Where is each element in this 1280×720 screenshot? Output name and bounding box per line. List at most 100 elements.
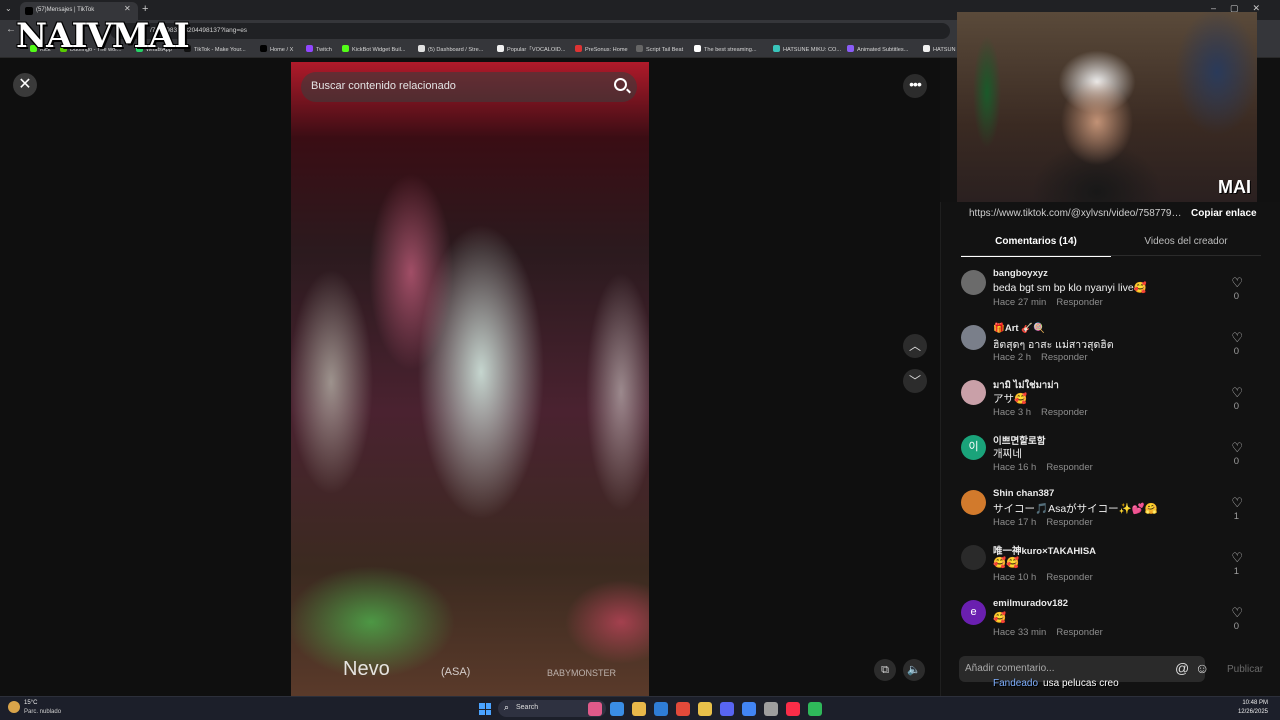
weather-icon[interactable] [8,701,20,713]
comment-username[interactable]: Shin chan387 [993,488,1054,499]
tab-list-icon[interactable]: ⌄ [5,4,12,13]
taskbar-app-icon[interactable] [786,702,800,716]
search-icon[interactable] [614,78,627,91]
comment-username[interactable]: 이쁘면할로함 [993,433,1045,447]
like-heart-icon[interactable]: ♡ [1231,550,1243,566]
avatar[interactable] [961,325,986,350]
bookmark-item[interactable]: Twitch [306,45,332,53]
like-count: 0 [1233,291,1239,302]
like-heart-icon[interactable]: ♡ [1231,385,1243,401]
comment-meta: Hace 17 h Responder [993,517,1093,528]
reply-button[interactable]: Responder [1041,407,1087,418]
bookmark-item[interactable]: HATSUNE MIKU: CO... [773,45,841,53]
comment-text: 개찌네 [993,448,1022,460]
like-heart-icon[interactable]: ♡ [1231,330,1243,346]
bookmark-favicon-icon [575,45,582,52]
comment-username[interactable]: bangboyxyz [993,268,1048,279]
publish-button[interactable]: Publicar [1227,664,1263,675]
bookmark-label: Script Tail Beat [646,47,684,53]
reply-button[interactable]: Responder [1056,297,1102,308]
comment-time: Hace 16 h [993,462,1037,473]
emoji-icon[interactable]: ☺ [1195,660,1209,676]
tab-comments[interactable]: Comentarios (14) [961,236,1111,257]
back-arrow-icon[interactable]: ← [6,24,16,35]
video-player[interactable]: Buscar contenido relacionado Nevo (ASA) … [291,62,649,696]
avatar[interactable] [961,380,986,405]
like-heart-icon[interactable]: ♡ [1231,275,1243,291]
taskbar-app-icon[interactable] [742,702,756,716]
mention-icon[interactable]: @ [1175,660,1189,676]
like-count: 0 [1233,401,1239,412]
like-heart-icon[interactable]: ♡ [1231,605,1243,621]
like-count: 1 [1233,566,1239,577]
reply-button[interactable]: Responder [1056,627,1102,638]
like-heart-icon[interactable]: ♡ [1231,440,1243,456]
bookmark-item[interactable]: KickBot Widget Buil... [342,45,405,53]
volume-button[interactable]: 🔈 [903,659,925,681]
bookmark-label: TikTok - Make Your... [194,47,246,53]
related-search-input[interactable]: Buscar contenido relacionado [301,72,637,102]
avatar[interactable] [961,270,986,295]
taskbar-app-icon[interactable] [654,702,668,716]
bookmark-item[interactable]: TikTok - Make Your... [184,45,246,53]
bookmark-item[interactable]: (5) Dashboard / Stre... [418,45,483,53]
avatar[interactable] [961,490,986,515]
close-viewer-button[interactable]: ✕ [13,73,37,97]
bookmark-item[interactable]: The best streaming... [694,45,757,53]
taskbar-app-icon[interactable] [588,702,602,716]
bookmark-item[interactable]: Script Tail Beat [636,45,683,53]
tab-close-icon[interactable]: ✕ [124,4,131,13]
comment-text: ฮิตสุดๆ อาสะ แม่สาวสุดฮิต [993,339,1114,351]
taskbar-app-icon[interactable] [764,702,778,716]
bookmark-label: PreSonus: Home [585,47,628,53]
previous-video-button[interactable]: ︿ [903,334,927,358]
bookmark-favicon-icon [694,45,701,52]
browser-tab-title: (57)Mensajes | TikTok [36,7,95,13]
next-video-button[interactable]: ﹀ [903,369,927,393]
taskbar-app-icon[interactable] [676,702,690,716]
reply-button[interactable]: Responder [1041,352,1087,363]
reply-button[interactable]: Responder [1046,462,1092,473]
taskbar-app-icon[interactable] [632,702,646,716]
bookmark-item[interactable]: Home / X [260,45,293,53]
windows-taskbar: 15°C Parc. nublado Search 10:48 PM 12/26… [0,696,1280,720]
comment-meta: Hace 3 h Responder [993,407,1088,418]
url-field[interactable]: /7587983203204498137?lang=es [110,23,950,39]
clock-time[interactable]: 10:48 PM [1242,700,1268,706]
bookmark-item[interactable]: PreSonus: Home [575,45,628,53]
like-count: 0 [1233,456,1239,467]
bookmark-favicon-icon [923,45,930,52]
more-options-button[interactable]: ••• [903,74,927,98]
avatar[interactable]: e [961,600,986,625]
comment-time: Hace 3 h [993,407,1032,418]
picture-in-picture-button[interactable]: ⧉ [874,659,896,681]
avatar[interactable] [961,545,986,570]
tab-creator-videos[interactable]: Videos del creador [1111,236,1261,255]
like-count: 1 [1233,511,1239,522]
comment-username[interactable]: 🎁Art 🎸🍭 [993,323,1045,334]
bookmark-item[interactable]: Animated Subtitles... [847,45,908,53]
bookmark-item[interactable]: HATSUN [923,45,956,53]
comment-username[interactable]: emilmuradov182 [993,598,1068,609]
taskbar-app-icon[interactable] [610,702,624,716]
video-watermark-asa: (ASA) [441,666,471,678]
bookmark-item[interactable]: Popular「VOCALOID... [497,45,565,53]
video-link[interactable]: https://www.tiktok.com/@xylvsn/video/758… [969,208,1183,219]
taskbar-app-icon[interactable] [808,702,822,716]
clock-date[interactable]: 12/26/2025 [1238,709,1268,715]
comment-text: サイコー🎵Asaがサイコー✨💕🤗 [993,503,1158,515]
new-tab-icon[interactable]: + [142,3,148,15]
taskbar-app-icon[interactable] [720,702,734,716]
reply-button[interactable]: Responder [1046,572,1092,583]
windows-start-icon[interactable] [479,703,491,715]
comment-username[interactable]: 唯一神kuro×TAKAHISA [993,543,1096,557]
taskbar-app-icon[interactable] [698,702,712,716]
webcam-tag: MAI [1218,177,1251,197]
like-count: 0 [1233,346,1239,357]
reply-button[interactable]: Responder [1046,517,1092,528]
bookmark-favicon-icon [773,45,780,52]
like-heart-icon[interactable]: ♡ [1231,495,1243,511]
comment-time: Hace 33 min [993,627,1047,638]
copy-link-button[interactable]: Copiar enlace [1191,208,1257,219]
avatar[interactable]: 이 [961,435,986,460]
